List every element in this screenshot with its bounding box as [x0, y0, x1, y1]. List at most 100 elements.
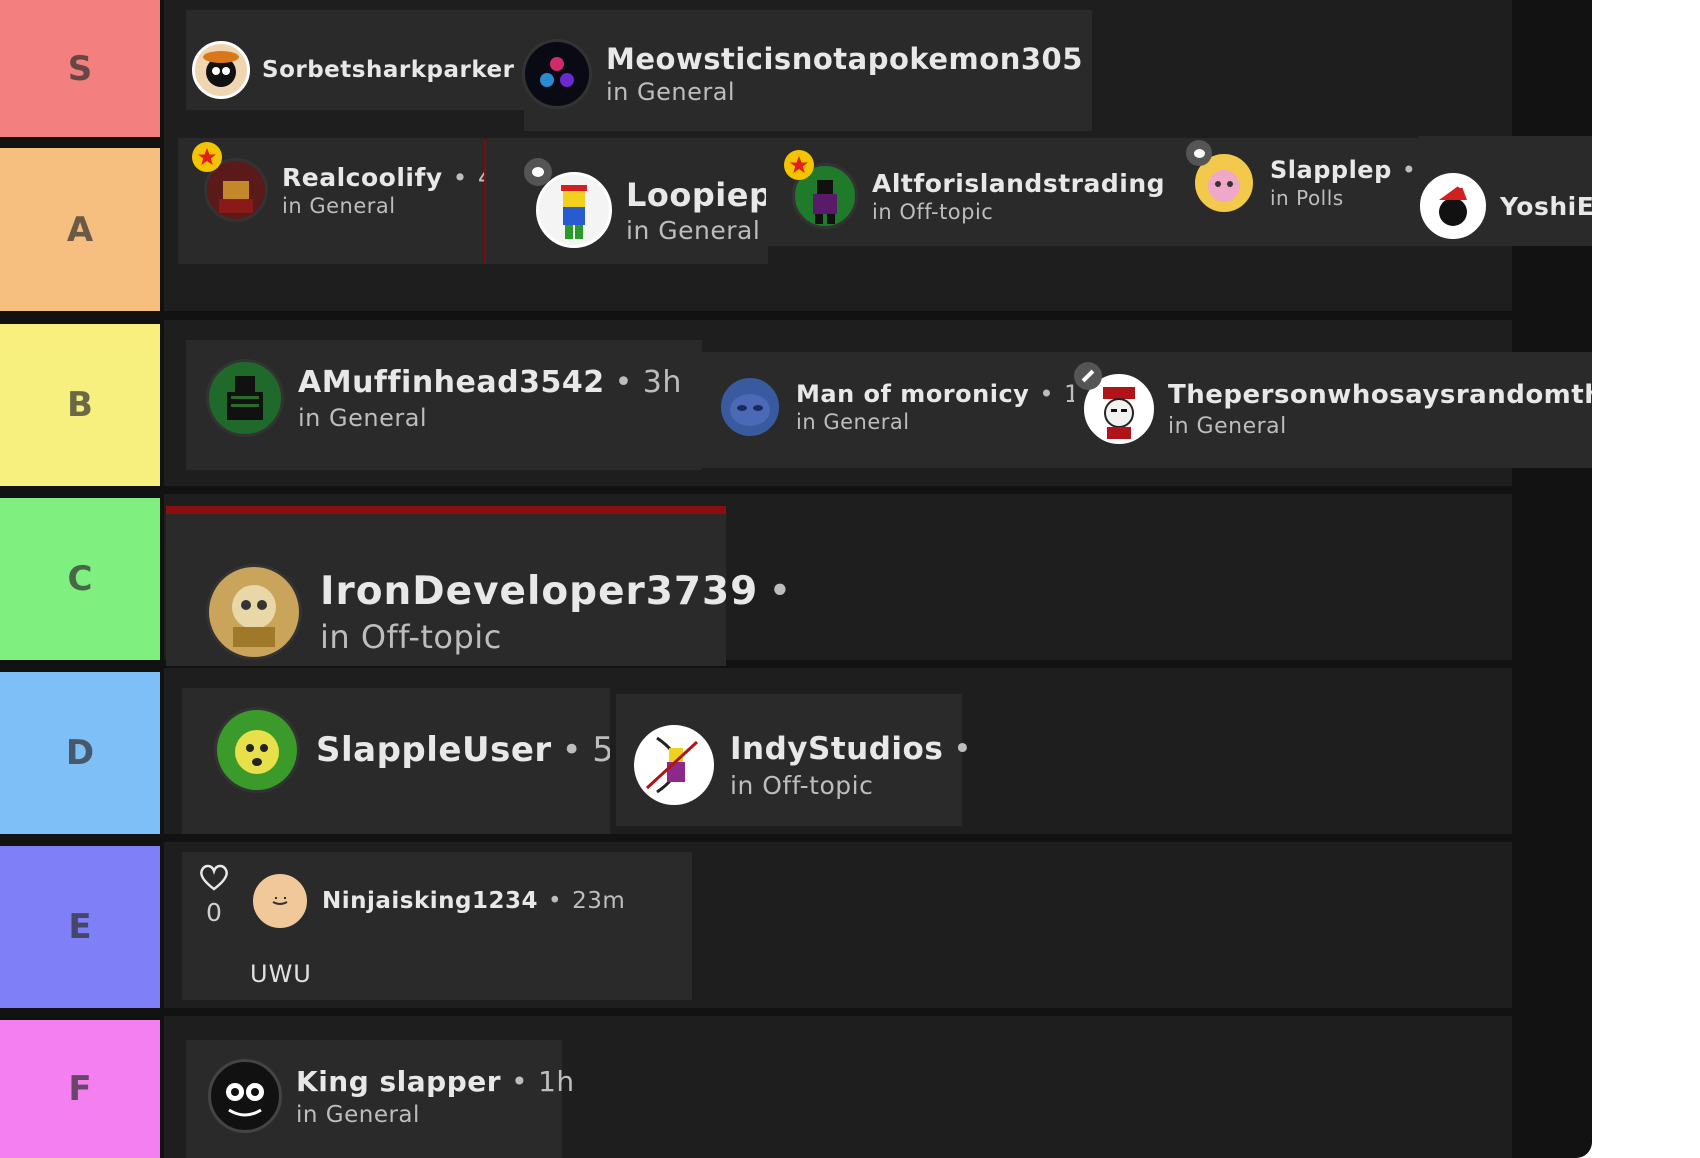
tier-letter: B [67, 385, 93, 425]
character-icon [235, 730, 279, 774]
tier-letter: D [65, 733, 95, 773]
channel-label[interactable]: in General [606, 78, 1092, 106]
tier-label-a: A [0, 148, 160, 311]
character-icon [561, 185, 587, 239]
comment-icon [524, 158, 552, 186]
post-iron[interactable]: IronDeveloper3739 • in Off-topic [206, 564, 802, 660]
tier-label-b: B [0, 324, 160, 486]
avatar-moronicy[interactable] [718, 375, 782, 439]
character-icon [203, 51, 239, 87]
separator-dot: • [614, 364, 633, 400]
like-control[interactable]: 0 [196, 862, 232, 927]
tier-label-c: C [0, 498, 160, 660]
username[interactable]: Slapplep [1270, 156, 1392, 184]
comment-icon [1186, 140, 1212, 166]
character-icon [226, 1083, 264, 1117]
orbs-icon [540, 57, 574, 87]
tier-letter: S [67, 48, 93, 89]
channel-label[interactable]: in Off-topic [730, 771, 982, 800]
tier-label-f: F [0, 1020, 160, 1158]
post-slappleuser[interactable]: SlappleUser•55 [214, 706, 610, 794]
channel-label[interactable]: in General [298, 404, 682, 432]
avatar-sorbet[interactable] [192, 41, 250, 99]
character-icon [219, 181, 253, 213]
post-slapplep[interactable]: Slapplep•2 in Polls [1192, 150, 1420, 216]
username[interactable]: Man of moronicy [796, 380, 1029, 408]
channel-label[interactable]: in General [1168, 414, 1592, 439]
accent-bar [166, 506, 726, 514]
username[interactable]: Realcoolify [282, 163, 443, 192]
channel-label[interactable]: in Off-topic [320, 618, 802, 656]
separator-dot: • [452, 162, 468, 192]
post-amuffin[interactable]: AMuffinhead3542 • 3h in General [206, 358, 682, 438]
post-loopiep[interactable]: Loopiep• in General [536, 170, 768, 250]
tier-list-board: S A B C D E F Sorbetsharkparker• Meowsti… [0, 0, 1592, 1158]
username[interactable]: Ninjaisking1234 [322, 888, 538, 914]
tier-label-s: S [0, 0, 160, 137]
timestamp: 55 [592, 730, 610, 770]
channel-label[interactable]: in General [796, 410, 1095, 434]
avatar-loopiep[interactable] [536, 172, 612, 248]
username[interactable]: Meowsticisnotapokemon305 [606, 42, 1083, 76]
separator-dot: • [1039, 380, 1054, 408]
separator-dot: • [768, 568, 793, 614]
character-icon [227, 376, 263, 420]
heart-icon[interactable] [198, 862, 230, 892]
username[interactable]: YoshiEben7 [1500, 192, 1592, 221]
username[interactable]: Loopiep [626, 176, 768, 214]
channel-label[interactable]: in General [626, 216, 768, 245]
character-icon [1439, 180, 1467, 226]
post-realcoolify[interactable]: Realcoolify•4 in General [204, 155, 484, 225]
channel-label[interactable]: in General [296, 1102, 575, 1128]
post-meow[interactable]: Meowsticisnotapokemon305•2h in General [522, 36, 1092, 112]
separator-dot: • [511, 1064, 529, 1098]
avatar-iron[interactable] [206, 564, 302, 660]
post-yoshi[interactable]: YoshiEben7•n [1420, 172, 1592, 240]
timestamp: 3h [642, 364, 682, 400]
avatar-ninja[interactable] [250, 871, 310, 931]
timestamp: 23m [572, 888, 626, 914]
username[interactable]: Altforislandstrading [872, 169, 1165, 198]
separator-dot: • [1401, 156, 1417, 184]
username[interactable]: AMuffinhead3542 [298, 365, 605, 400]
username[interactable]: King slapper [296, 1065, 501, 1098]
tier-letter: E [68, 907, 92, 947]
post-moronicy[interactable]: Man of moronicy•1h in General [718, 374, 1095, 440]
username[interactable]: SlappleUser [316, 730, 552, 770]
avatar-indy[interactable] [634, 725, 714, 805]
username[interactable]: Thepersonwhosaysrandomthings [1168, 380, 1592, 410]
channel-label[interactable]: in Off-topic [872, 200, 1172, 224]
pencil-icon [1074, 362, 1102, 390]
like-count: 0 [206, 898, 222, 927]
timestamp: 1h [538, 1064, 575, 1098]
channel-label[interactable]: in General [282, 194, 484, 218]
avatar-amuffin[interactable] [206, 359, 284, 437]
avatar-meow[interactable] [522, 39, 592, 109]
tier-label-e: E [0, 846, 160, 1008]
star-icon [784, 150, 814, 180]
post-sorbet[interactable]: Sorbetsharkparker• [192, 38, 549, 102]
post-indy[interactable]: IndyStudios • in Off-topic [634, 724, 982, 806]
face-icon [272, 897, 288, 905]
channel-label[interactable]: in Polls [1270, 186, 1420, 210]
separator-dot: • [953, 730, 973, 767]
post-altfor[interactable]: Altforislandstrading• in Off-topic [792, 162, 1172, 230]
tier-letter: F [68, 1069, 92, 1109]
avatar-king[interactable] [208, 1059, 282, 1133]
username[interactable]: Sorbetsharkparker [262, 57, 514, 83]
post-body: UWU [250, 960, 312, 988]
post-ninja[interactable]: Ninjaisking1234 • 23m [250, 870, 625, 932]
separator-dot: • [561, 730, 583, 770]
avatar-slappleuser[interactable] [214, 707, 300, 793]
username[interactable]: IronDeveloper3739 [320, 569, 758, 614]
face-icon [730, 394, 770, 426]
character-icon [232, 585, 276, 647]
post-theperson[interactable]: Thepersonwhosaysrandomthings in General [1084, 374, 1592, 444]
separator-dot: • [548, 888, 563, 914]
tier-letter: A [66, 209, 94, 250]
tier-letter: C [67, 559, 93, 599]
username[interactable]: IndyStudios [730, 731, 943, 767]
post-king[interactable]: King slapper • 1h in General [208, 1058, 575, 1134]
avatar-yoshi[interactable] [1420, 173, 1486, 239]
archer-icon [645, 736, 699, 794]
